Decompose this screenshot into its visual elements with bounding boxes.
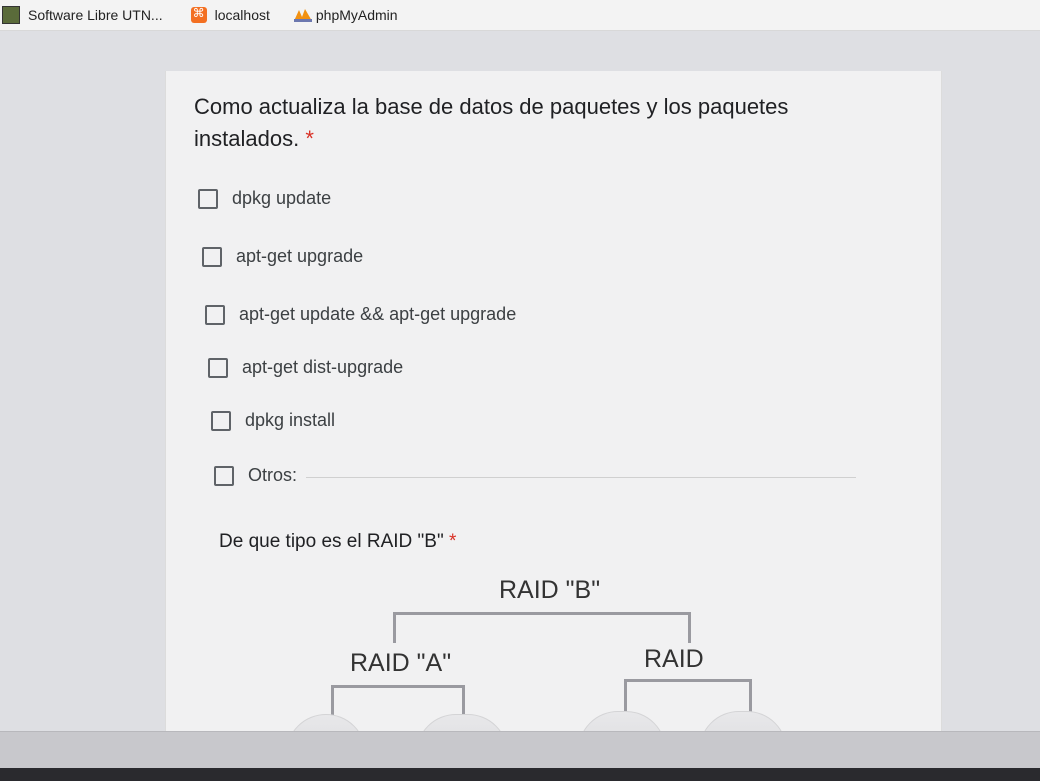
checkbox[interactable] [208,357,228,378]
checkbox[interactable] [202,246,222,267]
question-2-title: De que tipo es el RAID "B" * [219,531,456,553]
question-1-title: Como actualiza la base de datos de paque… [194,91,884,155]
option-label: apt-get update && apt-get upgrade [239,304,517,324]
checkbox[interactable] [198,188,218,209]
bezel-edge [0,768,1040,781]
raid-b-label: RAID "B" [499,576,601,604]
option-apt-get-upgrade[interactable]: apt-get upgrade [202,246,363,267]
option-label: dpkg update [232,188,332,208]
option-label: Otros: [248,465,298,485]
question-text: Como actualiza la base de datos de paque… [194,94,789,151]
bookmark-label: Software Libre UTN... [28,7,163,23]
raid-b-bracket [393,612,691,643]
bookmark-localhost[interactable]: localhost [190,6,270,23]
required-mark: * [449,531,457,552]
option-label: dpkg install [245,410,336,430]
software-libre-icon [2,6,20,24]
monitor-bezel [0,731,1040,781]
checkbox[interactable] [211,410,231,431]
required-mark: * [305,126,314,151]
phpmyadmin-icon [292,7,312,23]
checkbox[interactable] [214,465,234,486]
bookmark-software-libre[interactable]: Software Libre UTN... [2,6,163,24]
bookmark-label: phpMyAdmin [315,7,398,23]
option-label: apt-get upgrade [236,246,364,266]
option-apt-get-dist-upgrade[interactable]: apt-get dist-upgrade [208,357,403,378]
checkbox[interactable] [205,304,225,325]
option-otros[interactable]: Otros: [214,465,297,486]
xampp-icon [190,6,207,23]
option-dpkg-update[interactable]: dpkg update [198,188,331,209]
raid-a-label: RAID "A" [350,649,452,677]
bookmark-label: localhost [214,7,270,23]
form-card: Como actualiza la base de datos de paque… [165,71,942,761]
option-label: apt-get dist-upgrade [242,357,404,377]
question-text: De que tipo es el RAID "B" [219,531,444,552]
option-dpkg-install[interactable]: dpkg install [211,410,335,431]
bookmarks-bar: Software Libre UTN... localhost phpMyAdm… [0,0,1040,31]
option-apt-get-update-upgrade[interactable]: apt-get update && apt-get upgrade [205,304,516,325]
bookmark-phpmyadmin[interactable]: phpMyAdmin [292,7,398,23]
otros-text-input[interactable] [306,477,856,478]
page-background: Como actualiza la base de datos de paque… [0,31,1040,761]
raid-right-label: RAID [644,645,704,673]
